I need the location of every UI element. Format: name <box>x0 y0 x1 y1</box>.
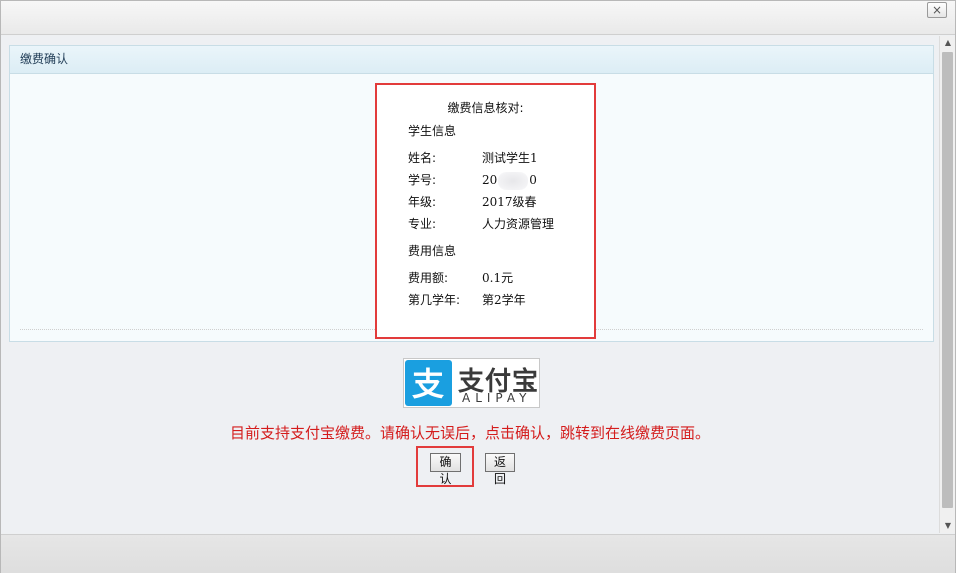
dialog-content: 缴费确认 缴费信息核对: 学生信息 姓名: 测试学生1 学号: 20 0 年级: 201… <box>1 36 939 533</box>
panel-title: 缴费确认 <box>10 46 933 74</box>
student-id-value-start: 20 <box>482 173 498 187</box>
amount-label: 费用额: <box>408 271 449 285</box>
scroll-up-icon[interactable]: ▲ <box>940 36 956 50</box>
alipay-logo: 支 支付宝 ALIPAY <box>403 358 540 408</box>
grade-label: 年级: <box>408 195 437 209</box>
payment-verify-box: 缴费信息核对: 学生信息 姓名: 测试学生1 学号: 20 0 年级: 2017级春 专… <box>375 83 596 339</box>
amount-value: 0.1元 <box>482 271 514 285</box>
student-id-value-end: 0 <box>529 173 537 187</box>
dialog-footer <box>1 534 955 573</box>
verify-title: 缴费信息核对: <box>447 101 524 115</box>
alipay-icon: 支 <box>405 360 452 406</box>
major-value: 人力资源管理 <box>482 217 555 231</box>
academic-year-value: 第2学年 <box>482 293 526 307</box>
vertical-scrollbar[interactable]: ▲ ▼ <box>939 36 955 533</box>
grade-row: 年级: 2017级春 <box>408 193 537 210</box>
fee-info-heading: 费用信息 <box>408 244 457 258</box>
grade-value: 2017级春 <box>482 195 537 209</box>
back-button[interactable]: 返回 <box>485 453 515 486</box>
academic-year-label: 第几学年: <box>408 293 461 307</box>
academic-year-row: 第几学年: 第2学年 <box>408 291 526 308</box>
major-row: 专业: 人力资源管理 <box>408 215 554 232</box>
alipay-name-en: ALIPAY <box>462 391 532 405</box>
confirm-button[interactable]: 确认 <box>430 453 461 486</box>
alipay-badge-char: 支 <box>412 365 444 403</box>
name-value: 测试学生1 <box>482 151 538 165</box>
payment-dialog: × 缴费确认 缴费信息核对: 学生信息 姓名: 测试学生1 学号: 20 0 年级: 2… <box>0 0 956 573</box>
scroll-down-icon[interactable]: ▼ <box>940 519 956 533</box>
student-info-heading: 学生信息 <box>408 124 457 138</box>
name-label: 姓名: <box>408 151 437 165</box>
payment-confirm-panel: 缴费确认 缴费信息核对: 学生信息 姓名: 测试学生1 学号: 20 0 年级: 201… <box>9 45 934 342</box>
major-label: 专业: <box>408 217 437 231</box>
payment-notice: 目前支持支付宝缴费。请确认无误后，点击确认，跳转到在线缴费页面。 <box>229 424 710 442</box>
student-id-row: 学号: 20 0 <box>408 171 537 190</box>
amount-row: 费用额: 0.1元 <box>408 269 513 286</box>
scroll-thumb[interactable] <box>942 52 953 508</box>
student-id-label: 学号: <box>408 173 437 187</box>
name-row: 姓名: 测试学生1 <box>408 149 538 166</box>
dialog-titlebar: × <box>1 1 955 35</box>
close-icon: × <box>931 3 943 17</box>
close-button[interactable]: × <box>927 2 947 18</box>
redacted-blur <box>498 171 529 190</box>
